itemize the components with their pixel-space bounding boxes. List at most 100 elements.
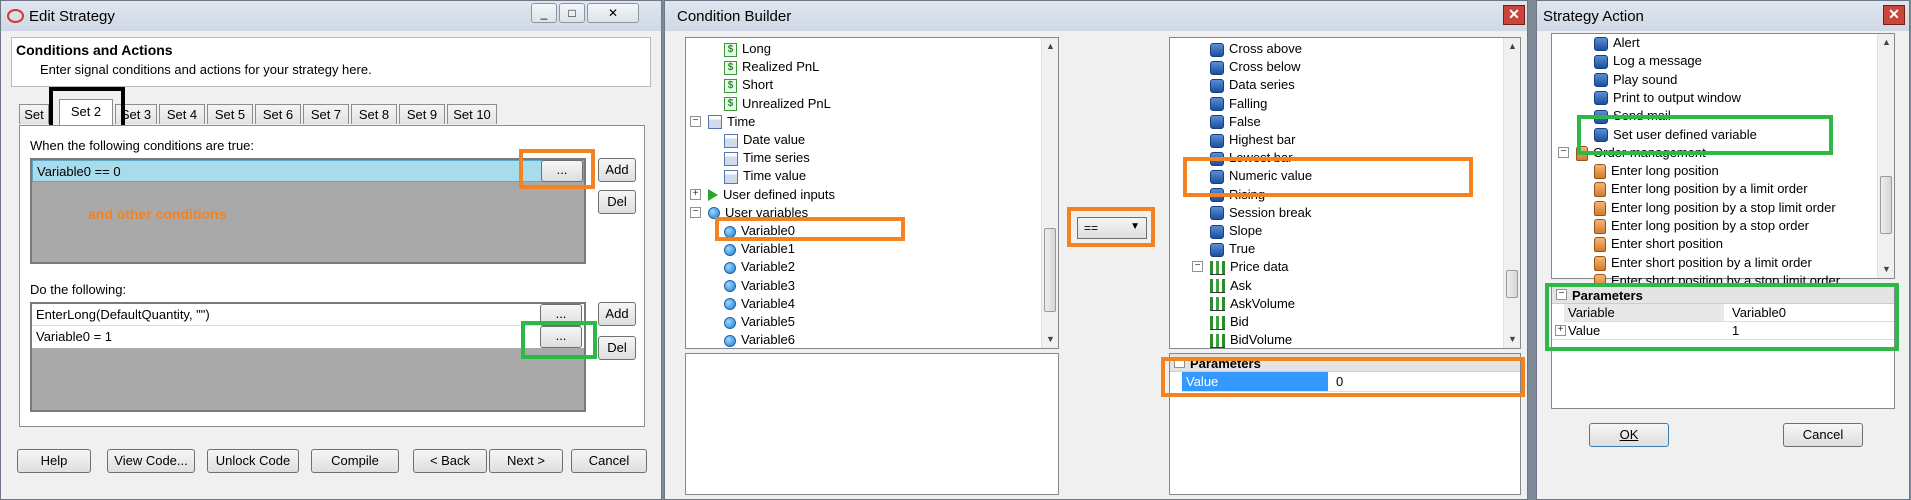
tree-item[interactable]: Numeric value <box>1210 167 1312 185</box>
compile-button[interactable]: Compile <box>311 449 399 473</box>
cancel-button[interactable]: Cancel <box>571 449 647 473</box>
tree-item[interactable]: Variable5 <box>724 313 795 331</box>
operator-dropdown[interactable]: == ▼ <box>1067 207 1155 247</box>
tree-item[interactable]: Variable1 <box>724 240 795 258</box>
tree-item[interactable]: Enter long position by a limit order <box>1594 180 1808 198</box>
tree-item[interactable]: Session break <box>1210 204 1311 222</box>
tree-item[interactable]: Lowest bar <box>1210 149 1293 167</box>
close-button[interactable]: ✕ <box>1883 5 1905 25</box>
tree-item[interactable]: Play sound <box>1594 71 1677 89</box>
scrollbar[interactable]: ▲ ▼ <box>1877 34 1894 278</box>
close-button[interactable]: ✕ <box>587 3 639 23</box>
tab-set-3[interactable]: Set 3 <box>115 104 157 124</box>
tab-set-5[interactable]: Set 5 <box>207 104 253 124</box>
next-button[interactable]: Next > <box>489 449 563 473</box>
condition-row[interactable]: Variable0 == 0 ... <box>32 160 584 182</box>
tree-item[interactable]: Log a message <box>1594 52 1702 70</box>
collapse-icon[interactable]: − <box>1192 261 1203 273</box>
maximize-button[interactable]: □ <box>559 3 585 23</box>
collapse-icon[interactable]: − <box>1174 357 1185 368</box>
tree-item[interactable]: AskVolume <box>1210 295 1295 313</box>
tab-set-6[interactable]: Set 6 <box>255 104 301 124</box>
scroll-up-icon[interactable]: ▲ <box>1878 34 1895 51</box>
tree-item[interactable]: Print to output window <box>1594 89 1741 107</box>
scroll-thumb[interactable] <box>1044 228 1056 312</box>
collapse-icon[interactable]: − <box>1556 289 1567 300</box>
tree-item[interactable]: Alert <box>1594 34 1640 52</box>
tab-set-9[interactable]: Set 9 <box>399 104 445 124</box>
param-row-value[interactable]: + Value 1 <box>1552 322 1894 340</box>
tab-set-2[interactable]: Set 2 <box>59 99 113 125</box>
scroll-thumb[interactable] <box>1506 270 1518 298</box>
add-condition-button[interactable]: Add <box>598 158 636 182</box>
param-row-value[interactable]: Value 0 <box>1182 372 1520 392</box>
edit-condition-button[interactable]: ... <box>541 160 583 182</box>
tab-set-10[interactable]: Set 10 <box>447 104 497 124</box>
delete-condition-button[interactable]: Del <box>598 190 636 214</box>
tree-item[interactable]: Rising <box>1210 186 1265 204</box>
tree-item[interactable]: Time series <box>724 149 810 167</box>
action-row[interactable]: Variable0 = 1 ... <box>32 326 584 348</box>
actions-tree-panel[interactable]: Alert Log a message Play sound Print to out… <box>1551 33 1895 289</box>
conditions-list[interactable]: Variable0 == 0 ... and other conditions <box>30 158 586 264</box>
tree-item[interactable]: Enter long position by a stop limit orde… <box>1594 199 1836 217</box>
expand-icon[interactable]: + <box>690 188 701 200</box>
unlock-code-button[interactable]: Unlock Code <box>207 449 299 473</box>
tree-item[interactable]: Variable3 <box>724 277 795 295</box>
tree-item[interactable]: Ask <box>1210 277 1252 295</box>
tree-item[interactable]: False <box>1210 113 1261 131</box>
edit-action-button[interactable]: ... <box>540 326 582 348</box>
tree-item[interactable]: $ Unrealized PnL <box>724 95 831 113</box>
title-bar[interactable]: Condition Builder ✕ <box>665 1 1527 31</box>
tree-item[interactable]: Slope <box>1210 222 1262 240</box>
tree-item[interactable]: Set user defined variable <box>1594 126 1757 144</box>
right-tree-panel[interactable]: Cross above Cross below Data series Falling… <box>1169 37 1521 349</box>
view-code-button[interactable]: View Code... <box>107 449 195 473</box>
tree-item[interactable]: − User variables <box>690 204 808 222</box>
tree-item[interactable]: $ Long <box>724 40 771 58</box>
cancel-button[interactable]: Cancel <box>1783 423 1863 447</box>
tree-item[interactable]: True <box>1210 240 1255 258</box>
tree-item[interactable]: Bid <box>1210 313 1249 331</box>
back-button[interactable]: < Back <box>413 449 487 473</box>
action-row[interactable]: EnterLong(DefaultQuantity, "") ... <box>32 304 584 326</box>
tree-item[interactable]: Cross below <box>1210 58 1301 76</box>
scroll-up-icon[interactable]: ▲ <box>1504 38 1521 55</box>
tree-item[interactable]: Time value <box>724 167 806 185</box>
tree-item[interactable]: Enter short position <box>1594 235 1723 253</box>
param-row-variable[interactable]: Variable Variable0 <box>1564 304 1894 322</box>
param-value-input[interactable]: 0 <box>1332 372 1343 391</box>
tree-item[interactable]: + User defined inputs <box>690 186 835 204</box>
tree-item[interactable]: Variable4 <box>724 295 795 313</box>
tree-item[interactable]: Variable6 <box>724 331 795 349</box>
tree-item[interactable]: Highest bar <box>1210 131 1295 149</box>
tab-set-8[interactable]: Set 8 <box>351 104 397 124</box>
tree-item[interactable]: − Time <box>690 113 755 131</box>
tree-item[interactable]: Falling <box>1210 95 1267 113</box>
delete-action-button[interactable]: Del <box>598 336 636 360</box>
tree-item[interactable]: Enter long position by a stop order <box>1594 217 1809 235</box>
left-tree-panel[interactable]: $ Long $ Realized PnL $ Short $ Unrealized PnL −… <box>685 37 1059 349</box>
minimize-button[interactable]: _ <box>531 3 557 23</box>
add-action-button[interactable]: Add <box>598 302 636 326</box>
close-button[interactable]: ✕ <box>1503 5 1525 25</box>
tree-item[interactable]: − Order management <box>1558 144 1706 162</box>
scroll-thumb[interactable] <box>1880 176 1892 234</box>
tree-item[interactable]: Send mail <box>1594 107 1671 125</box>
title-bar[interactable]: Edit Strategy _ □ ✕ <box>1 1 661 31</box>
scroll-down-icon[interactable]: ▼ <box>1504 331 1521 348</box>
edit-action-button[interactable]: ... <box>540 304 582 326</box>
param-value[interactable]: Variable0 <box>1728 304 1786 321</box>
tree-item[interactable]: − Price data <box>1192 258 1289 276</box>
scrollbar[interactable]: ▲ ▼ <box>1503 38 1520 348</box>
tree-item[interactable]: $ Realized PnL <box>724 58 819 76</box>
scroll-down-icon[interactable]: ▼ <box>1042 331 1059 348</box>
expand-icon[interactable]: + <box>1555 325 1566 336</box>
tree-item[interactable]: BidVolume <box>1210 331 1292 349</box>
tree-item[interactable]: Date value <box>724 131 805 149</box>
tab-set-4[interactable]: Set 4 <box>159 104 205 124</box>
title-bar[interactable]: Strategy Action ✕ <box>1537 1 1909 31</box>
tab-set-1[interactable]: Set <box>19 104 49 124</box>
tab-set-7[interactable]: Set 7 <box>303 104 349 124</box>
scroll-up-icon[interactable]: ▲ <box>1042 38 1059 55</box>
